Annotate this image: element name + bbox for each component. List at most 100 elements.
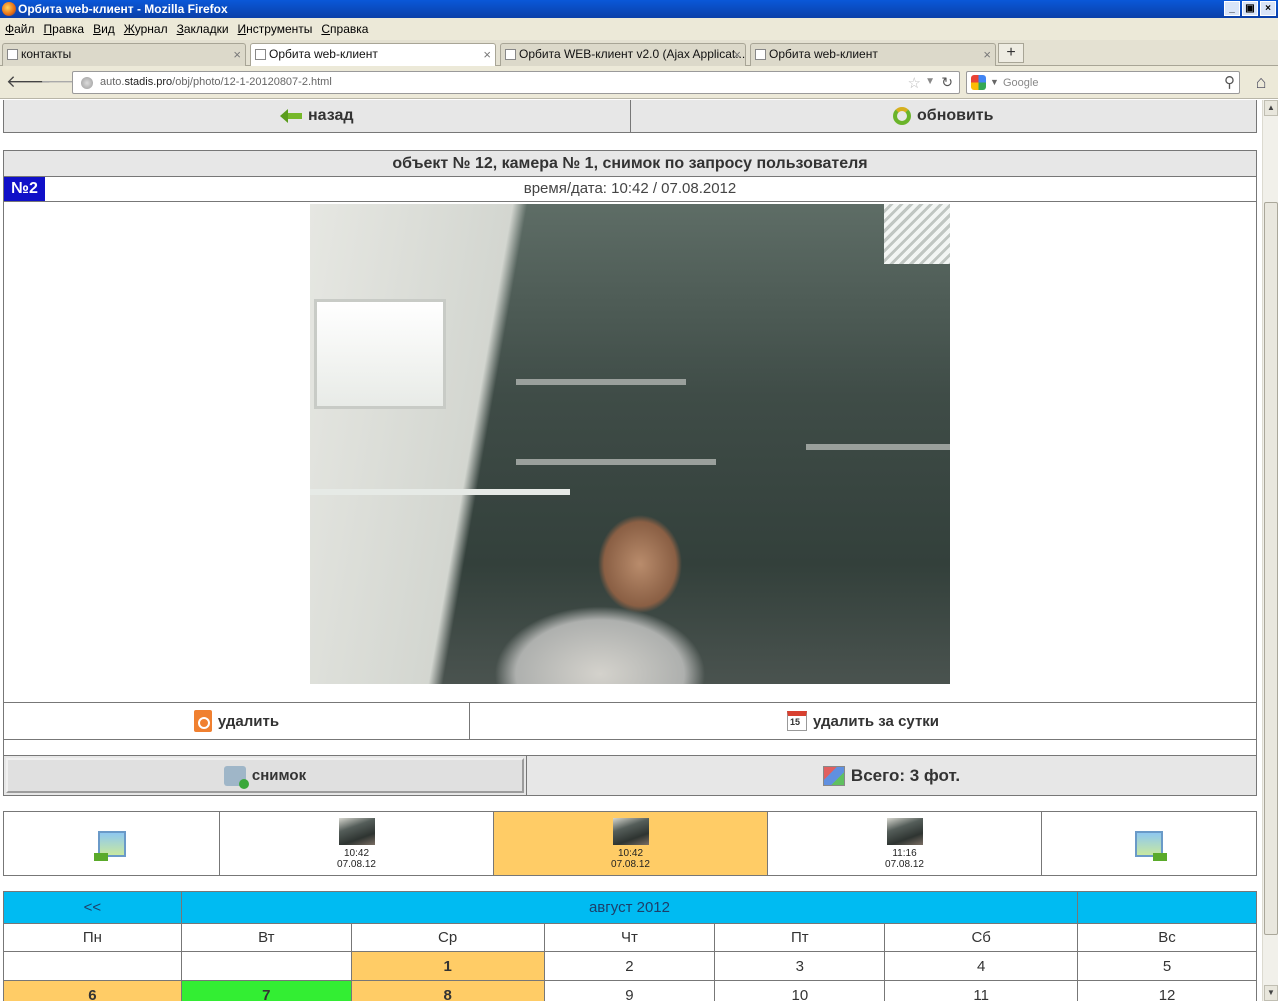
tab-label: Орбита web-клиент — [269, 47, 378, 61]
calendar: << август 2012 Пн Вт Ср Чт Пт Сб Вс 1 2 … — [3, 891, 1257, 1001]
calendar-day-empty — [3, 951, 182, 981]
forward-arrow-icon[interactable]: 🡒 — [40, 73, 86, 91]
tab-label: Орбита web-клиент — [769, 47, 878, 61]
calendar-week: 1 2 3 4 5 — [3, 951, 1257, 981]
photo-title: объект № 12, камера № 1, снимок по запро… — [4, 151, 1256, 177]
delete-button-label: удалить — [217, 712, 280, 730]
url-text[interactable]: auto.stadis.pro/obj/photo/12-1-20120807-… — [100, 76, 332, 88]
tab-close-icon[interactable]: × — [483, 44, 491, 65]
calendar-day[interactable]: 12 — [1077, 980, 1257, 1001]
delete-actions-row: удалить удалить за сутки — [3, 702, 1257, 740]
scrollbar-thumb[interactable] — [1264, 202, 1278, 935]
reload-icon[interactable]: ↻ — [941, 74, 953, 91]
tab-bar: контакты × Орбита web-клиент × Орбита WE… — [0, 40, 1278, 67]
vertical-scrollbar[interactable]: ▲ ▼ — [1262, 100, 1278, 1001]
menu-history[interactable]: Журнал — [123, 22, 176, 36]
window-title: Орбита web-клиент - Mozilla Firefox — [18, 2, 228, 16]
search-icon[interactable]: ⚲ — [1224, 73, 1235, 91]
calendar-day[interactable]: 2 — [543, 951, 716, 981]
bookmark-star-icon[interactable]: ☆ — [908, 74, 921, 92]
page-content: назад обновить объект № 12, камера № 1, … — [0, 100, 1262, 1001]
refresh-icon — [893, 106, 912, 125]
search-bar[interactable]: ▼ Google ⚲ — [966, 71, 1240, 94]
menu-file[interactable]: Файл — [4, 22, 43, 36]
calendar-day[interactable]: 1 — [350, 951, 545, 981]
snapshot-ceiling-light — [884, 204, 950, 264]
back-arrow-icon[interactable]: 🡐 — [6, 73, 52, 91]
home-icon[interactable]: ⌂ — [1250, 71, 1272, 93]
thumbnail-item-selected[interactable]: 10:42 07.08.12 — [493, 812, 767, 875]
new-tab-button[interactable]: + — [998, 43, 1024, 63]
snapshot-shelf-detail — [516, 379, 686, 385]
refresh-button[interactable]: обновить — [629, 100, 1256, 132]
page-favicon-icon — [7, 49, 18, 60]
take-snapshot-button[interactable]: снимок — [6, 758, 524, 793]
camera-add-icon — [223, 765, 249, 789]
weekday-label: Ср — [350, 923, 545, 952]
calendar-day[interactable]: 9 — [543, 980, 716, 1001]
menu-bookmarks[interactable]: Закладки — [176, 22, 237, 36]
thumbnail-strip: 10:42 07.08.12 10:42 07.08.12 11:16 07.0… — [3, 811, 1257, 876]
delete-button[interactable]: удалить — [4, 703, 469, 739]
weekday-label: Вт — [180, 923, 352, 952]
delete-day-button-label: удалить за сутки — [812, 712, 940, 730]
tab-orbita-v2[interactable]: Орбита WEB-клиент v2.0 (Ajax Applicat...… — [500, 43, 746, 66]
calendar-prev-month[interactable]: << — [3, 891, 182, 924]
snapshot-shelf-detail — [806, 444, 950, 450]
google-icon[interactable] — [971, 75, 986, 90]
top-toolbar: назад обновить — [3, 100, 1257, 133]
calendar-day[interactable]: 11 — [884, 980, 1079, 1001]
url-dropdown-icon[interactable]: ▼ — [925, 76, 935, 87]
delete-day-button[interactable]: удалить за сутки — [469, 703, 1256, 739]
next-photo-button[interactable] — [1041, 812, 1256, 875]
photo-total-label: Всего: 3 фот. — [850, 765, 961, 785]
tab-close-icon[interactable]: × — [233, 44, 241, 65]
url-bar[interactable]: auto.stadis.pro/obj/photo/12-1-20120807-… — [72, 71, 960, 94]
previous-photo-button[interactable] — [4, 812, 219, 875]
photo-number-badge: №2 — [4, 177, 45, 201]
weekday-label: Вс — [1077, 923, 1257, 952]
tab-contacts[interactable]: контакты × — [2, 43, 246, 66]
calendar-day[interactable]: 4 — [884, 951, 1079, 981]
scroll-down-icon[interactable]: ▼ — [1264, 985, 1278, 1001]
calendar-day-selected[interactable]: 7 — [180, 980, 352, 1001]
calendar-day[interactable]: 8 — [350, 980, 545, 1001]
image-next-icon — [1135, 830, 1167, 861]
weekday-label: Сб — [884, 923, 1079, 952]
minimize-icon[interactable]: _ — [1224, 1, 1240, 16]
menu-bar: Файл Правка Вид Журнал Закладки Инструме… — [0, 18, 1278, 40]
back-button[interactable]: назад — [4, 100, 630, 132]
thumbnail-image[interactable] — [612, 817, 649, 845]
camera-snapshot-image[interactable] — [310, 204, 950, 684]
search-engine-dropdown-icon[interactable]: ▼ — [990, 77, 999, 87]
calendar-day[interactable]: 10 — [714, 980, 886, 1001]
calendar-day[interactable]: 5 — [1077, 951, 1257, 981]
thumbnail-item[interactable]: 10:42 07.08.12 — [219, 812, 493, 875]
calendar-day[interactable]: 3 — [714, 951, 886, 981]
tab-orbita-active[interactable]: Орбита web-клиент × — [250, 43, 496, 67]
scroll-up-icon[interactable]: ▲ — [1264, 100, 1278, 116]
refresh-button-label: обновить — [917, 106, 994, 124]
thumbnail-item[interactable]: 11:16 07.08.12 — [767, 812, 1041, 875]
maximize-icon[interactable]: ▣ — [1242, 1, 1258, 16]
thumbnail-date: 07.08.12 — [611, 858, 650, 870]
site-identity-icon[interactable] — [81, 77, 93, 89]
close-icon[interactable]: × — [1260, 1, 1276, 16]
calendar-header: << август 2012 — [3, 891, 1257, 924]
menu-edit[interactable]: Правка — [43, 22, 93, 36]
calendar-day[interactable]: 6 — [3, 980, 182, 1001]
search-input[interactable]: Google — [1003, 77, 1038, 89]
calendar-week: 6 7 8 9 10 11 12 — [3, 980, 1257, 1001]
calendar-day-empty — [180, 951, 352, 981]
thumbnail-image[interactable] — [886, 817, 923, 845]
tab-close-icon[interactable]: × — [733, 44, 741, 65]
calendar-next-month-empty — [1077, 891, 1257, 924]
menu-tools[interactable]: Инструменты — [237, 22, 321, 36]
thumbnail-time: 11:16 — [892, 847, 917, 859]
snapshot-window-detail — [314, 299, 446, 409]
thumbnail-image[interactable] — [338, 817, 375, 845]
tab-close-icon[interactable]: × — [983, 44, 991, 65]
tab-orbita-2[interactable]: Орбита web-клиент × — [750, 43, 996, 66]
menu-help[interactable]: Справка — [320, 22, 376, 36]
menu-view[interactable]: Вид — [92, 22, 123, 36]
